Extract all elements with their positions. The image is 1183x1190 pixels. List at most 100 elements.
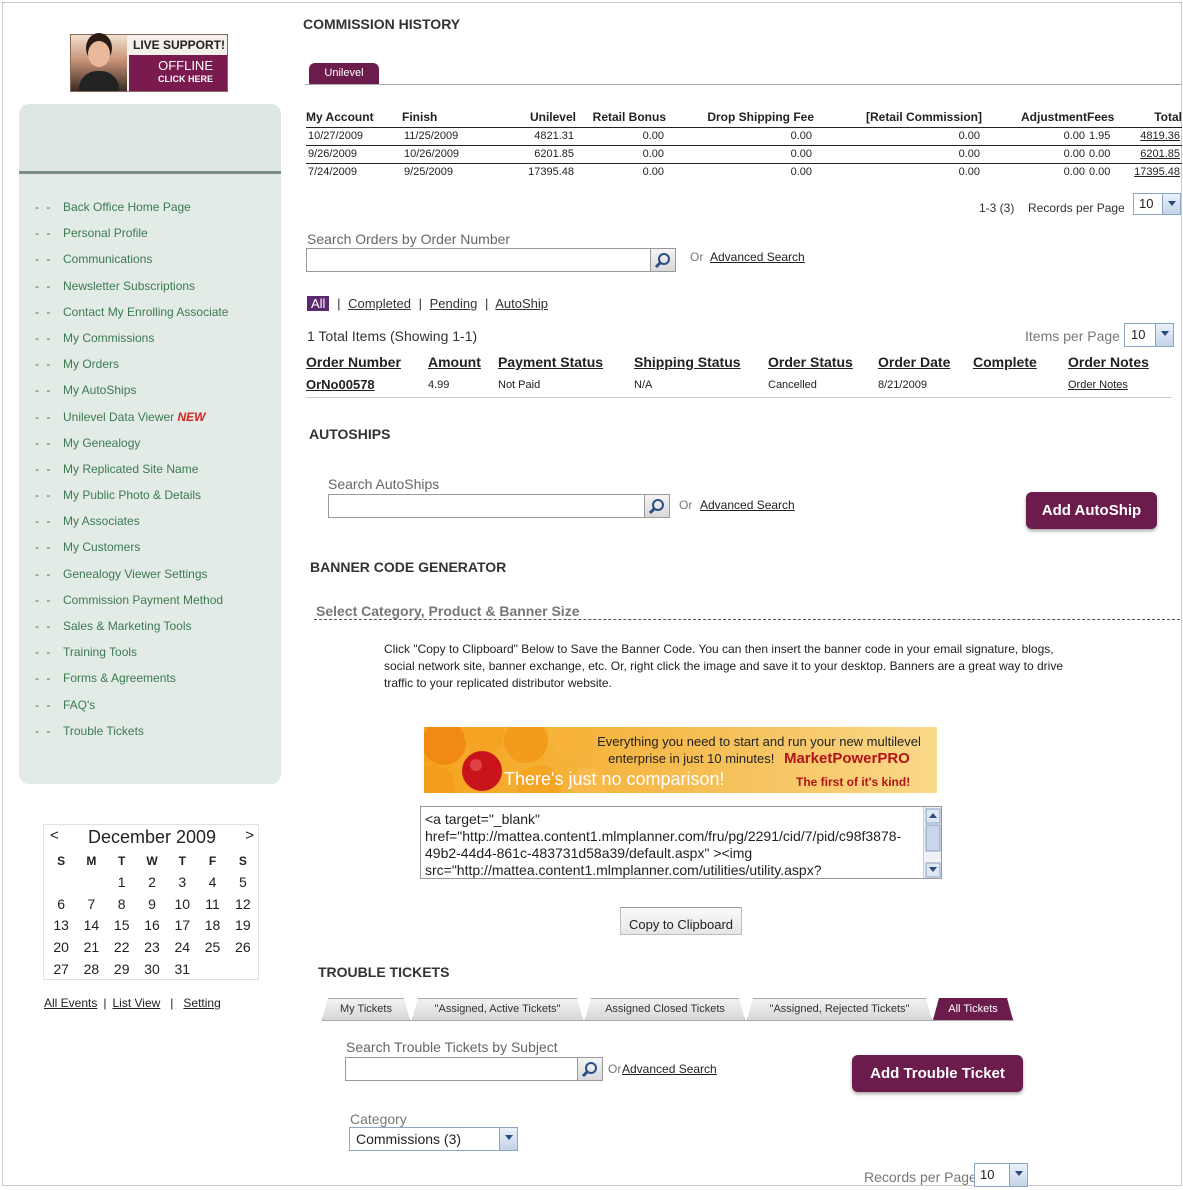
sidebar-item[interactable]: - - FAQ's: [35, 698, 228, 724]
tab-assigned-closed-tickets[interactable]: Assigned Closed Tickets: [585, 998, 745, 1020]
calendar-day[interactable]: 8: [107, 893, 137, 915]
calendar-day[interactable]: 27: [46, 958, 76, 980]
calendar-day[interactable]: 19: [228, 914, 258, 936]
tickets-search-button[interactable]: [577, 1057, 603, 1081]
autoships-search-input[interactable]: [328, 494, 645, 518]
tab-unilevel[interactable]: Unilevel: [309, 63, 379, 84]
autoships-search-button[interactable]: [644, 494, 670, 518]
calendar-day[interactable]: 26: [228, 936, 258, 958]
banner-code-textarea[interactable]: <a target="_blank" href="http://mattea.c…: [420, 806, 942, 879]
commission-records-select[interactable]: 10: [1133, 193, 1181, 215]
sidebar-item[interactable]: - - My Commissions: [35, 331, 228, 357]
calendar-day[interactable]: 24: [167, 936, 197, 958]
tab-assigned-active-tickets[interactable]: "Assigned, Active Tickets": [412, 998, 583, 1020]
calendar-day[interactable]: 28: [76, 958, 106, 980]
orders-search-button[interactable]: [650, 248, 676, 272]
sidebar-item[interactable]: - - My Associates: [35, 514, 228, 540]
sidebar-item[interactable]: - - My Orders: [35, 357, 228, 383]
calendar-day[interactable]: 25: [197, 936, 227, 958]
sidebar-item[interactable]: - - Back Office Home Page: [35, 200, 228, 226]
order-column-header[interactable]: Order Status: [768, 351, 878, 373]
calendar-day[interactable]: 18: [197, 914, 227, 936]
order-column-header[interactable]: Complete: [973, 351, 1068, 373]
calendar-next-button[interactable]: >: [245, 827, 254, 844]
tab-assigned-rejected-tickets[interactable]: "Assigned, Rejected Tickets": [747, 998, 932, 1020]
total-link[interactable]: 6201.85: [1127, 144, 1182, 163]
tab-my-tickets[interactable]: My Tickets: [322, 998, 410, 1020]
sidebar-item[interactable]: - - Communications: [35, 252, 228, 278]
sidebar-item[interactable]: - - Newsletter Subscriptions: [35, 279, 228, 305]
calendar-day[interactable]: 16: [137, 914, 167, 936]
calendar-day[interactable]: 17: [167, 914, 197, 936]
tickets-advanced-search-link[interactable]: Advanced Search: [622, 1062, 717, 1076]
orders-search-input[interactable]: [306, 248, 651, 272]
filter-autoship[interactable]: AutoShip: [495, 296, 548, 311]
calendar-day[interactable]: 22: [107, 936, 137, 958]
add-trouble-ticket-button[interactable]: Add Trouble Ticket: [852, 1055, 1023, 1092]
calendar-day[interactable]: 30: [137, 958, 167, 980]
items-per-page-select[interactable]: 10: [1124, 323, 1174, 347]
calendar-day[interactable]: 9: [137, 893, 167, 915]
calendar-day[interactable]: 31: [167, 958, 197, 980]
order-column-header[interactable]: Shipping Status: [634, 351, 768, 373]
calendar-day[interactable]: 20: [46, 936, 76, 958]
tickets-search-input[interactable]: [345, 1057, 578, 1081]
autoships-advanced-search-link[interactable]: Advanced Search: [700, 498, 795, 512]
live-support-click-here[interactable]: CLICK HERE: [129, 74, 213, 84]
calendar-day[interactable]: 29: [107, 958, 137, 980]
calendar-day[interactable]: 15: [107, 914, 137, 936]
banner-image[interactable]: Everything you need to start and run you…: [424, 727, 937, 793]
calendar-day[interactable]: 23: [137, 936, 167, 958]
tab-all-tickets[interactable]: All Tickets: [933, 998, 1013, 1020]
live-support-widget[interactable]: LIVE SUPPORT! OFFLINE CLICK HERE: [70, 34, 228, 92]
calendar-day[interactable]: 12: [228, 893, 258, 915]
sidebar-item[interactable]: - - My AutoShips: [35, 383, 228, 409]
tickets-records-select[interactable]: 10: [974, 1163, 1028, 1187]
calendar-day[interactable]: 3: [167, 871, 197, 893]
sidebar-item[interactable]: - - Personal Profile: [35, 226, 228, 252]
calendar-day[interactable]: 11: [197, 893, 227, 915]
calendar-day[interactable]: 1: [107, 871, 137, 893]
calendar-day[interactable]: 21: [76, 936, 106, 958]
order-column-header[interactable]: Order Date: [878, 351, 973, 373]
sidebar-item[interactable]: - - Trouble Tickets: [35, 724, 228, 750]
sidebar-item[interactable]: - - Training Tools: [35, 645, 228, 671]
order-column-header[interactable]: Amount: [428, 351, 498, 373]
order-notes-link[interactable]: Order Notes: [1068, 373, 1172, 398]
copy-to-clipboard-button[interactable]: Copy to Clipboard: [620, 907, 742, 935]
filter-all[interactable]: All: [307, 296, 330, 311]
calendar-day[interactable]: 14: [76, 914, 106, 936]
add-autoship-button[interactable]: Add AutoShip: [1026, 492, 1157, 529]
order-column-header[interactable]: Order Number: [306, 351, 428, 373]
calendar-day[interactable]: 7: [76, 893, 106, 915]
calendar-day[interactable]: 4: [197, 871, 227, 893]
sidebar-item[interactable]: - - Sales & Marketing Tools: [35, 619, 228, 645]
sidebar-item[interactable]: - - Genealogy Viewer Settings: [35, 567, 228, 593]
sidebar-item[interactable]: - - Commission Payment Method: [35, 593, 228, 619]
calendar-day[interactable]: 6: [46, 893, 76, 915]
code-scrollbar[interactable]: [923, 807, 941, 878]
total-link[interactable]: 17395.48: [1127, 162, 1182, 181]
order-column-header[interactable]: Payment Status: [498, 351, 634, 373]
calendar-day[interactable]: 5: [228, 871, 258, 893]
order-column-header[interactable]: Order Notes: [1068, 351, 1172, 373]
sidebar-item[interactable]: - - My Customers: [35, 540, 228, 566]
sidebar-item[interactable]: - - Forms & Agreements: [35, 671, 228, 697]
calendar-day[interactable]: 10: [167, 893, 197, 915]
order-number-link[interactable]: OrNo00578: [306, 373, 428, 398]
sidebar-item[interactable]: - - Unilevel Data Viewer NEW: [35, 410, 228, 436]
sidebar-item[interactable]: - - Contact My Enrolling Associate: [35, 305, 228, 331]
filter-pending[interactable]: Pending: [430, 296, 478, 311]
total-link[interactable]: 4819.36: [1127, 126, 1182, 145]
category-select[interactable]: Commissions (3): [349, 1127, 518, 1151]
calendar-day[interactable]: 13: [46, 914, 76, 936]
live-support-status[interactable]: OFFLINE CLICK HERE: [129, 55, 227, 91]
list-view-link[interactable]: List View: [112, 996, 160, 1010]
orders-advanced-search-link[interactable]: Advanced Search: [710, 250, 805, 264]
sidebar-item[interactable]: - - My Replicated Site Name: [35, 462, 228, 488]
sidebar-item[interactable]: - - My Public Photo & Details: [35, 488, 228, 514]
all-events-link[interactable]: All Events: [44, 996, 97, 1010]
filter-completed[interactable]: Completed: [348, 296, 411, 311]
calendar-day[interactable]: 2: [137, 871, 167, 893]
sidebar-item[interactable]: - - My Genealogy: [35, 436, 228, 462]
